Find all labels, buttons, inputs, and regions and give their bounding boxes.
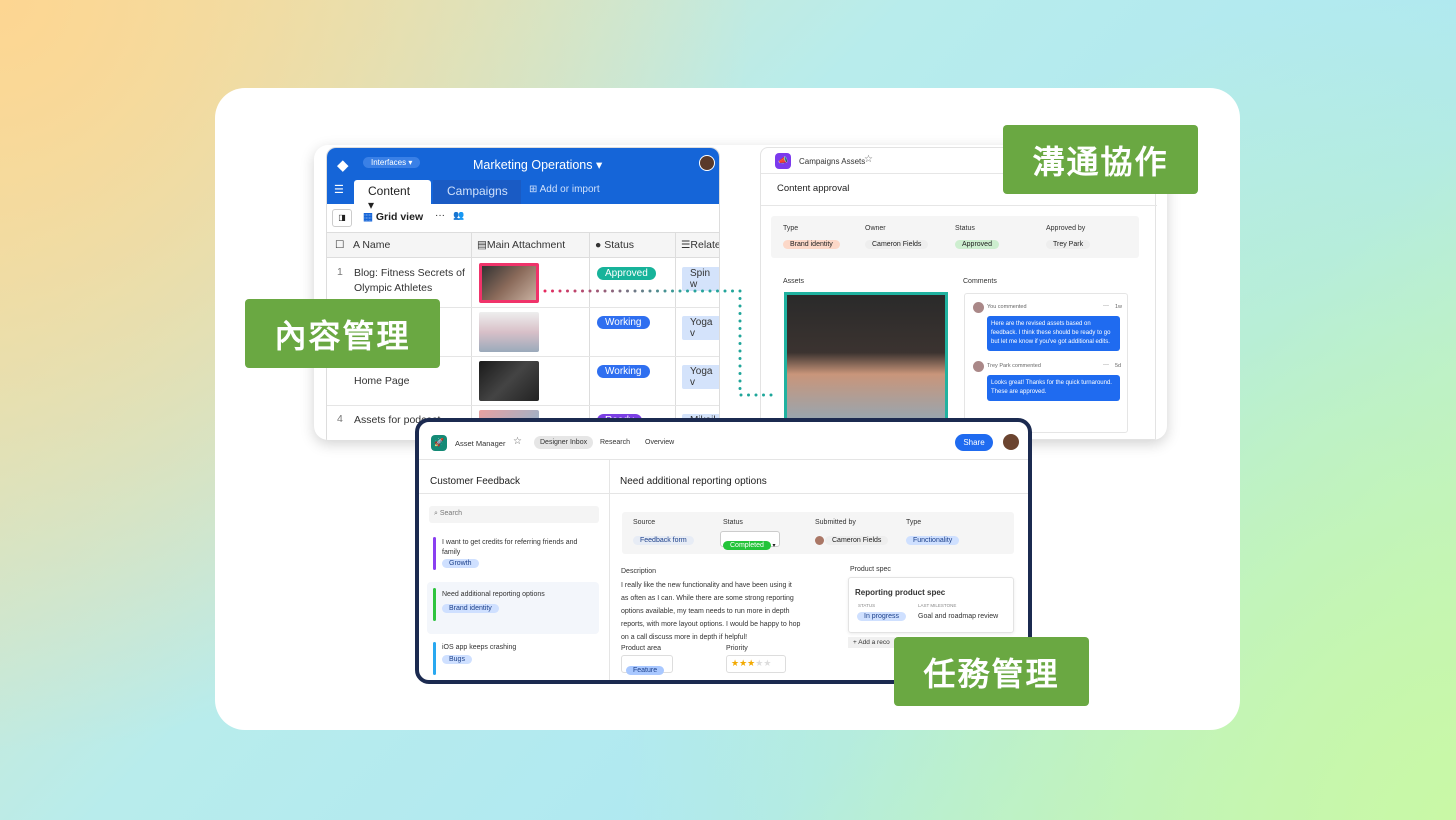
add-record-button[interactable]: + Add a reco xyxy=(848,637,895,648)
description-text: I really like the new functionality and … xyxy=(621,582,801,641)
field-label: Status xyxy=(723,519,743,526)
item-title: I want to get credits for referring frie… xyxy=(442,539,578,556)
share-button[interactable]: Share xyxy=(955,434,993,451)
star-icon[interactable]: ★ xyxy=(731,658,739,668)
list-title: Customer Feedback xyxy=(430,476,521,487)
product-area-label: Product area xyxy=(621,645,662,652)
spec-label: Product spec xyxy=(850,566,891,573)
item-color-bar xyxy=(433,642,436,675)
priority-label: Priority xyxy=(726,645,748,652)
description-label: Description xyxy=(621,568,657,575)
field-value: Feedback form xyxy=(633,536,694,545)
status-value: Completed xyxy=(723,541,771,550)
item-color-bar xyxy=(433,588,436,621)
list-item[interactable]: I want to get credits for referring frie… xyxy=(427,532,599,578)
avatar[interactable] xyxy=(1003,434,1019,450)
item-title: Need additional reporting options xyxy=(442,591,545,598)
list-item[interactable]: Need additional reporting options Brand … xyxy=(427,582,599,634)
product-area-value: Feature xyxy=(626,666,665,675)
label-collaboration: 溝通協作 xyxy=(1003,125,1198,194)
spec-milestone: Goal and roadmap review xyxy=(918,613,999,620)
list-item[interactable]: iOS app keeps crashing Bugs xyxy=(427,637,599,680)
product-area-select[interactable]: Feature ▾ xyxy=(621,655,673,675)
field-value: Cameron Fields xyxy=(825,536,889,545)
field-label: Source xyxy=(633,519,656,526)
detail-fields: Source Feedback form Status Completed ▾ Subm… xyxy=(622,512,1014,554)
nav-overview[interactable]: Overview xyxy=(645,439,674,446)
item-tag: Growth xyxy=(442,559,479,568)
field-value: Functionality xyxy=(906,536,960,545)
spec-status: In progress xyxy=(857,612,907,621)
item-color-bar xyxy=(433,537,436,570)
star-icon[interactable]: ★ xyxy=(763,658,771,668)
connector-dots xyxy=(543,289,780,397)
nav-designer-inbox[interactable]: Designer Inbox xyxy=(534,436,594,449)
rocket-icon: 🚀 xyxy=(431,435,447,451)
item-title: iOS app keeps crashing xyxy=(442,644,517,651)
detail-title: Need additional reporting options xyxy=(620,476,767,487)
field-label: Type xyxy=(906,519,922,526)
priority-rating[interactable]: ★★★★★ xyxy=(726,655,786,673)
item-tag: Brand identity xyxy=(442,604,499,613)
label-content-management: 內容管理 xyxy=(245,299,440,368)
star-icon[interactable]: ★ xyxy=(739,658,747,668)
nav-research[interactable]: Research xyxy=(600,439,630,446)
star-icon[interactable]: ☆ xyxy=(513,436,522,447)
app-title: Asset Manager xyxy=(455,439,506,448)
label-task-management: 任務管理 xyxy=(894,637,1089,706)
search-input[interactable]: ⌕ Search xyxy=(429,506,599,523)
field-label: Submitted by xyxy=(815,519,856,526)
spec-title: Reporting product spec xyxy=(855,588,946,597)
spec-status-label: STATUS xyxy=(858,603,876,608)
search-placeholder: Search xyxy=(439,510,463,517)
spec-card[interactable]: Reporting product spec STATUS LAST MILES… xyxy=(848,577,1014,633)
item-tag: Bugs xyxy=(442,655,472,664)
avatar xyxy=(815,536,824,545)
spec-milestone-label: LAST MILESTONE xyxy=(918,603,957,608)
status-select[interactable]: Completed ▾ xyxy=(720,531,780,550)
